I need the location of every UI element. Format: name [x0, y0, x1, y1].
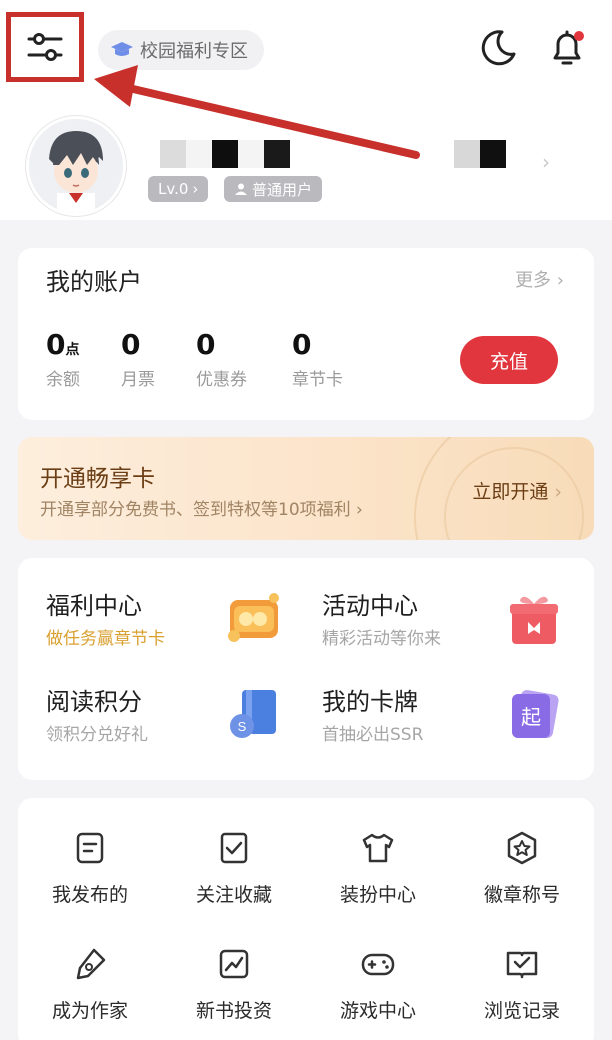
grid-label: 我发布的 — [51, 884, 128, 906]
stat-chapter-card[interactable]: 0 章节卡 — [292, 328, 343, 390]
feature-my-cards[interactable]: 我的卡牌 首抽必出SSR 起 — [294, 654, 564, 745]
stat-label: 章节卡 — [292, 370, 343, 390]
badge-star-icon — [507, 831, 537, 865]
moon-icon[interactable] — [478, 28, 518, 68]
bookmark-check-icon — [220, 832, 248, 864]
grid-item-my-posts[interactable]: 我发布的 — [18, 830, 162, 940]
stat-value: 0 — [292, 328, 312, 361]
grid-item-browse-history[interactable]: 浏览记录 — [450, 946, 594, 1040]
grid-label: 新书投资 — [195, 1000, 272, 1022]
avatar[interactable] — [26, 116, 126, 216]
grid-item-newbook-invest[interactable]: 新书投资 — [162, 946, 306, 1040]
username-masked — [160, 140, 290, 168]
grid-label: 浏览记录 — [483, 1000, 560, 1022]
grid-item-game-center[interactable]: 游戏中心 — [306, 946, 450, 1040]
stat-value: 0 — [121, 328, 141, 361]
features-card: 福利中心 做任务赢章节卡 活动中心 精彩活动等你来 阅读积分 领积分兑好礼 S — [18, 558, 594, 780]
vip-card[interactable]: 开通畅享卡 开通享部分免费书、签到特权等10项福利 › 立即开通 › — [18, 437, 594, 540]
shirt-icon — [362, 833, 394, 863]
more-text: 更多 — [515, 270, 552, 291]
trend-chart-icon — [219, 949, 249, 979]
grid-item-follow-collect[interactable]: 关注收藏 — [162, 830, 306, 940]
vip-cta-text: 立即开通 — [472, 481, 549, 503]
masked-info — [454, 140, 506, 168]
feature-activity-center[interactable]: 活动中心 精彩活动等你来 — [294, 558, 564, 649]
feature-title: 福利中心 — [46, 592, 142, 620]
vip-desc: 开通享部分免费书、签到特权等10项福利 › — [40, 495, 363, 520]
account-title: 我的账户 — [46, 268, 142, 296]
graduation-cap-icon — [111, 42, 133, 56]
chevron-right-icon: › — [548, 481, 562, 503]
grid-label: 徽章称号 — [483, 884, 560, 906]
wallet-icon — [228, 593, 279, 642]
bell-icon[interactable] — [545, 26, 589, 70]
user-type-text: 普通用户 — [252, 180, 313, 199]
campus-label: 校园福利专区 — [140, 41, 248, 62]
gamepad-icon — [361, 953, 395, 976]
feature-title: 我的卡牌 — [322, 688, 418, 716]
feature-subtitle: 精彩活动等你来 — [322, 629, 441, 649]
tools-grid: 我发布的 关注收藏 装扮中心 徽章称号 成为作家 新书投资 游戏中心 浏览记录 — [18, 798, 594, 1040]
card-glyph: 起 — [521, 705, 541, 729]
grid-item-badge-title[interactable]: 徽章称号 — [450, 830, 594, 940]
vip-title: 开通畅享卡 — [40, 466, 155, 492]
vip-open-link[interactable]: 立即开通 › — [472, 477, 562, 504]
chevron-right-icon: › — [556, 270, 564, 291]
svg-text:S: S — [238, 719, 247, 734]
grid-label: 装扮中心 — [339, 884, 416, 906]
profile-section[interactable]: Lv.0 › 普通用户 › — [0, 110, 612, 220]
person-icon — [235, 183, 247, 195]
anime-avatar-icon — [29, 119, 123, 213]
stat-coupon[interactable]: 0 优惠券 — [196, 328, 247, 390]
chevron-right-icon[interactable]: › — [542, 150, 550, 174]
stat-label: 月票 — [121, 370, 155, 390]
stat-monthly-ticket[interactable]: 0 月票 — [121, 328, 155, 390]
feature-reading-points[interactable]: 阅读积分 领积分兑好礼 S — [18, 654, 288, 745]
book-history-icon — [506, 951, 538, 979]
level-text: Lv.0 — [158, 180, 189, 198]
grid-label: 关注收藏 — [195, 884, 272, 906]
chevron-right-icon: › — [192, 180, 199, 198]
user-type-badge[interactable]: 普通用户 — [224, 176, 323, 202]
chevron-right-icon: › — [350, 500, 363, 520]
stat-unit: 点 — [65, 342, 80, 358]
settings-sliders-icon — [27, 33, 63, 61]
grid-item-dressup-center[interactable]: 装扮中心 — [306, 830, 450, 940]
account-card: 我的账户 更多 › 0点 余额 0 月票 0 优惠券 0 章节卡 充值 — [18, 248, 594, 420]
feature-title: 阅读积分 — [46, 688, 142, 716]
card-icon: 起 — [512, 689, 559, 739]
grid-label: 成为作家 — [51, 1000, 128, 1022]
recharge-button[interactable]: 充值 — [460, 336, 558, 384]
stat-value: 0 — [196, 328, 216, 361]
stat-balance[interactable]: 0点 余额 — [46, 328, 80, 390]
document-icon — [76, 832, 104, 864]
feature-title: 活动中心 — [322, 592, 418, 620]
feature-subtitle: 做任务赢章节卡 — [46, 629, 165, 649]
stat-label: 优惠券 — [196, 370, 247, 390]
stat-value: 0 — [46, 328, 66, 361]
stat-label: 余额 — [46, 370, 80, 390]
campus-welfare-chip[interactable]: 校园福利专区 — [98, 30, 264, 70]
level-badge[interactable]: Lv.0 › — [148, 176, 209, 202]
pen-icon — [76, 948, 106, 980]
feature-welfare-center[interactable]: 福利中心 做任务赢章节卡 — [18, 558, 288, 649]
gift-icon — [510, 596, 558, 644]
more-link[interactable]: 更多 › — [515, 266, 564, 292]
grid-label: 游戏中心 — [339, 1000, 416, 1022]
settings-button[interactable] — [6, 12, 84, 82]
top-bar: 校园福利专区 — [0, 0, 612, 110]
feature-subtitle: 领积分兑好礼 — [46, 725, 148, 745]
vip-desc-text: 开通享部分免费书、签到特权等10项福利 — [40, 500, 351, 520]
grid-item-become-writer[interactable]: 成为作家 — [18, 946, 162, 1040]
feature-subtitle: 首抽必出SSR — [322, 725, 424, 745]
book-coin-icon: S — [230, 690, 276, 738]
